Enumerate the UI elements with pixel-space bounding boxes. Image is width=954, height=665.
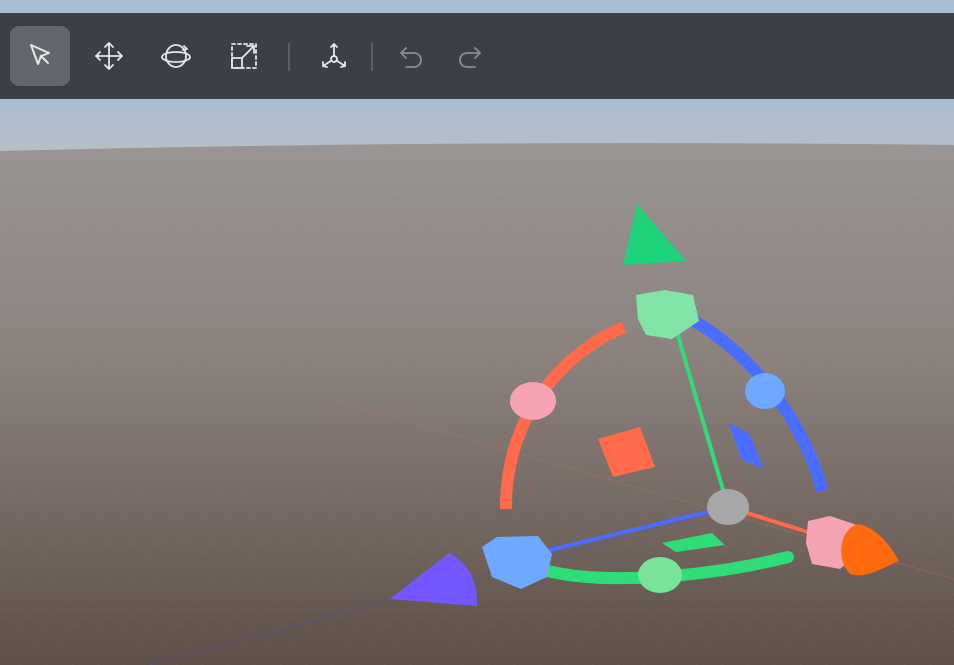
sky [0,99,954,151]
undo-button[interactable] [380,26,440,86]
axis-gizmo-icon [322,43,346,68]
rotate-x-handle[interactable] [510,382,556,420]
move-tool-button[interactable] [79,26,139,86]
floor-grid [0,179,954,665]
rotate-y-handle[interactable] [638,557,682,593]
3d-viewport[interactable] [0,99,954,665]
scale-box-icon [231,43,257,69]
toolbar-separator [371,43,373,71]
toolbar [0,13,954,99]
scene-canvas[interactable] [0,99,954,665]
rotate-tool-button[interactable] [146,26,206,86]
toolbar-separator [288,43,290,71]
rotate-orbit-icon [161,44,191,68]
rotate-z-handle[interactable] [745,373,785,409]
redo-icon [459,47,481,68]
cursor-arrow-icon [30,44,50,65]
undo-icon [400,47,422,68]
editor-window [0,0,954,665]
scale-tool-button[interactable] [214,26,274,86]
gizmo-pivot[interactable] [707,489,749,525]
redo-button[interactable] [441,26,501,86]
move-arrows-icon [95,42,123,70]
window-top-strip [0,0,954,13]
select-tool-button[interactable] [10,26,70,86]
axis-gizmo-tool-button[interactable] [304,26,364,86]
